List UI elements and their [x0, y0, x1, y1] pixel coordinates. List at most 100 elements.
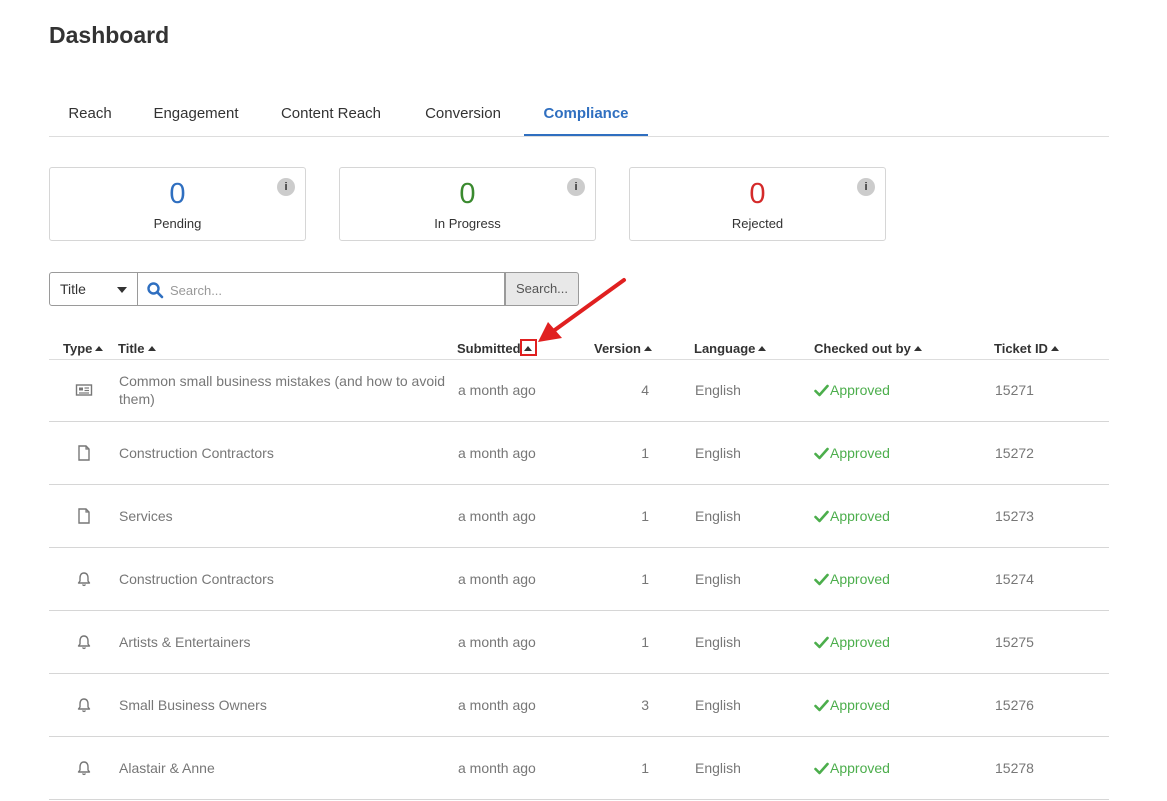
sort-up-icon [95, 346, 104, 351]
status-cell: Approved [814, 485, 890, 547]
title-cell[interactable]: Artists & Entertainers [119, 611, 459, 673]
pending-label: Pending [153, 216, 202, 231]
submitted-cell: a month ago [458, 571, 536, 587]
type-cell [75, 359, 93, 421]
tab-content-reach[interactable]: Content Reach [269, 96, 393, 134]
status-cell: Approved [814, 422, 890, 484]
chevron-down-icon [117, 287, 127, 293]
page-title: Dashboard [49, 22, 170, 48]
type-cell [75, 611, 93, 673]
version-cell: 1 [641, 445, 649, 461]
status-label: Approved [830, 382, 890, 398]
pending-card: 0 Pending i [49, 167, 306, 241]
column-header-language[interactable]: Language [694, 341, 767, 356]
table-row[interactable]: Artists & Entertainers a month ago 1 Englis… [49, 611, 1109, 674]
status-label: Approved [830, 445, 890, 461]
sort-up-icon [913, 346, 922, 351]
status-label: Approved [830, 571, 890, 587]
search-box [138, 272, 505, 306]
table-row[interactable]: Alastair & Anne a month ago 1 English Approv… [49, 737, 1109, 800]
info-icon[interactable]: i [857, 178, 875, 196]
annotation-arrow-icon [538, 278, 626, 342]
rejected-card: 0 Rejected i [629, 167, 886, 241]
check-icon [814, 384, 829, 396]
tab-bar: Reach Engagement Content Reach Conversio… [49, 96, 1109, 137]
status-label: Approved [830, 508, 890, 524]
title-cell[interactable]: Common small business mistakes (and how … [119, 359, 459, 421]
table-row[interactable]: Construction Contractors a month ago 1 Engl… [49, 422, 1109, 485]
column-header-ticket-id[interactable]: Ticket ID [994, 341, 1059, 356]
submitted-cell: a month ago [458, 634, 536, 650]
check-icon [814, 636, 829, 648]
column-header-type[interactable]: Type [63, 341, 104, 356]
status-cell: Approved [814, 359, 890, 421]
check-icon [814, 762, 829, 774]
language-cell: English [695, 634, 741, 650]
language-cell: English [695, 508, 741, 524]
check-icon [814, 510, 829, 522]
check-icon [814, 699, 829, 711]
ticket-id-cell: 15278 [995, 760, 1034, 776]
submitted-cell: a month ago [458, 508, 536, 524]
in-progress-label: In Progress [434, 216, 501, 231]
document-icon [78, 445, 90, 461]
version-cell: 1 [641, 508, 649, 524]
status-cell: Approved [814, 674, 890, 736]
bell-icon [77, 761, 91, 776]
status-label: Approved [830, 697, 890, 713]
search-field-select[interactable]: Title [49, 272, 138, 306]
version-cell: 4 [641, 382, 649, 398]
sort-up-icon [1050, 346, 1059, 351]
table-row[interactable]: Services a month ago 1 English Approved 15273 [49, 485, 1109, 548]
title-cell[interactable]: Alastair & Anne [119, 737, 459, 799]
version-cell: 1 [641, 760, 649, 776]
search-field-value: Title [60, 281, 86, 297]
tab-conversion[interactable]: Conversion [412, 96, 514, 134]
type-cell [75, 422, 93, 484]
newspaper-icon [75, 384, 93, 396]
search-bar: Title Search... [49, 272, 579, 306]
title-cell[interactable]: Small Business Owners [119, 674, 459, 736]
sort-up-icon [758, 346, 767, 351]
title-cell[interactable]: Services [119, 485, 459, 547]
submitted-cell: a month ago [458, 760, 536, 776]
tab-reach[interactable]: Reach [49, 96, 131, 134]
table-row[interactable]: Construction Contractors a month ago 1 Engl… [49, 548, 1109, 611]
search-icon [147, 282, 164, 299]
language-cell: English [695, 697, 741, 713]
in-progress-card: 0 In Progress i [339, 167, 596, 241]
version-cell: 1 [641, 571, 649, 587]
language-cell: English [695, 571, 741, 587]
info-icon[interactable]: i [277, 178, 295, 196]
table-row[interactable]: Common small business mistakes (and how … [49, 359, 1109, 422]
document-icon [78, 508, 90, 524]
language-cell: English [695, 760, 741, 776]
submitted-cell: a month ago [458, 697, 536, 713]
ticket-id-cell: 15273 [995, 508, 1034, 524]
status-cell: Approved [814, 548, 890, 610]
sort-up-icon [643, 346, 652, 351]
bell-icon [77, 572, 91, 587]
type-cell [75, 737, 93, 799]
tab-compliance[interactable]: Compliance [524, 96, 648, 136]
ticket-id-cell: 15271 [995, 382, 1034, 398]
search-input[interactable] [168, 279, 492, 301]
title-cell[interactable]: Construction Contractors [119, 422, 459, 484]
version-cell: 3 [641, 697, 649, 713]
table-row[interactable]: Small Business Owners a month ago 3 English… [49, 674, 1109, 737]
status-cell: Approved [814, 737, 890, 799]
title-cell[interactable]: Construction Contractors [119, 548, 459, 610]
ticket-id-cell: 15275 [995, 634, 1034, 650]
type-cell [75, 485, 93, 547]
tab-engagement[interactable]: Engagement [142, 96, 250, 134]
check-icon [814, 447, 829, 459]
column-header-title[interactable]: Title [118, 341, 156, 356]
ticket-id-cell: 15274 [995, 571, 1034, 587]
pending-count: 0 [169, 178, 186, 210]
info-icon[interactable]: i [567, 178, 585, 196]
bell-icon [77, 698, 91, 713]
bell-icon [77, 635, 91, 650]
column-header-checked-out-by[interactable]: Checked out by [814, 341, 922, 356]
check-icon [814, 573, 829, 585]
ticket-id-cell: 15276 [995, 697, 1034, 713]
